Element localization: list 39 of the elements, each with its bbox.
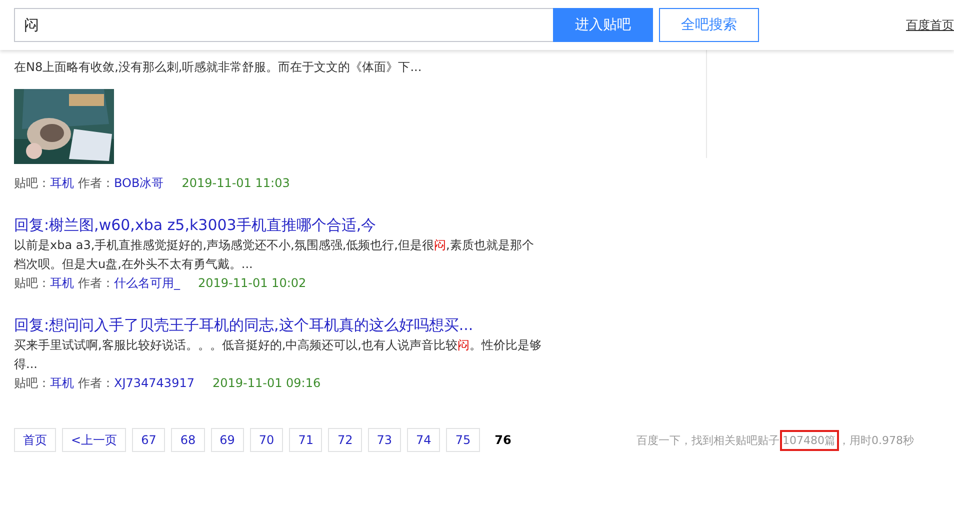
forum-label: 贴吧： [14, 176, 50, 190]
page-link[interactable]: 73 [368, 428, 402, 452]
result-snippet: 以前是xba a3,手机直推感觉挺好的,声场感觉还不小,氛围感强,低频也行,但是很闷,素质也就是那个档次呗。但是大u盘,在外头不太有勇气戴。... [14, 237, 535, 273]
forum-label: 贴吧： [14, 276, 50, 290]
stats-text: 百度一下，找到相关贴吧贴子 [636, 434, 780, 446]
post-date: 2019-11-01 11:03 [182, 176, 290, 190]
forum-link[interactable]: 耳机 [50, 376, 74, 390]
result-title-link[interactable]: 回复:想问问入手了贝壳王子耳机的同志,这个耳机真的这么好吗想买... [14, 314, 574, 336]
author-label: 作者： [78, 276, 114, 290]
author-link[interactable]: 什么名可用_ [114, 276, 180, 290]
enter-forum-button[interactable]: 进入贴吧 [553, 8, 653, 42]
forum-link[interactable]: 耳机 [50, 276, 74, 290]
page-link[interactable]: 76 [486, 428, 520, 452]
page-link[interactable]: 70 [250, 428, 284, 452]
search-field[interactable]: 闷 [14, 8, 553, 42]
result-snippet: 在N8上面略有收敛,没有那么刺,听感就非常舒服。而在于文文的《体面》下... [14, 59, 423, 76]
author-label: 作者： [78, 176, 114, 190]
post-date: 2019-11-01 09:16 [212, 376, 321, 390]
page-link[interactable]: 74 [407, 428, 440, 452]
post-date: 2019-11-01 10:02 [198, 276, 306, 290]
page-link[interactable]: 首页 [14, 428, 56, 452]
page-link[interactable]: 68 [171, 428, 205, 452]
result-snippet: 买来手里试试啊,客服比较好说话。。。低音挺好的,中高频还可以,也有人说声音比较闷。性价比是够得... [14, 337, 542, 373]
page-link[interactable]: 71 [289, 428, 322, 452]
forum-link[interactable]: 耳机 [50, 176, 74, 190]
stats-time-text: ，用时0.978秒 [838, 434, 914, 446]
author-link[interactable]: BOB冰哥 [114, 176, 164, 190]
result-count: 107480篇 [780, 430, 838, 450]
home-link[interactable]: 百度首页 [906, 16, 954, 34]
page-link[interactable]: 72 [328, 428, 362, 452]
forum-label: 贴吧： [14, 376, 50, 390]
result-title-link[interactable]: 回复:榭兰图,w60,xba z5,k3003手机直推哪个合适,今 [14, 214, 574, 236]
page-link[interactable]: 69 [210, 428, 244, 452]
search-all-button[interactable]: 全吧搜索 [659, 8, 759, 42]
author-link[interactable]: XJ734743917 [114, 376, 194, 390]
page-link[interactable]: 75 [446, 428, 480, 452]
page-link[interactable]: <上一页 [62, 428, 126, 452]
author-label: 作者： [78, 376, 114, 390]
page-link[interactable]: 67 [132, 428, 166, 452]
